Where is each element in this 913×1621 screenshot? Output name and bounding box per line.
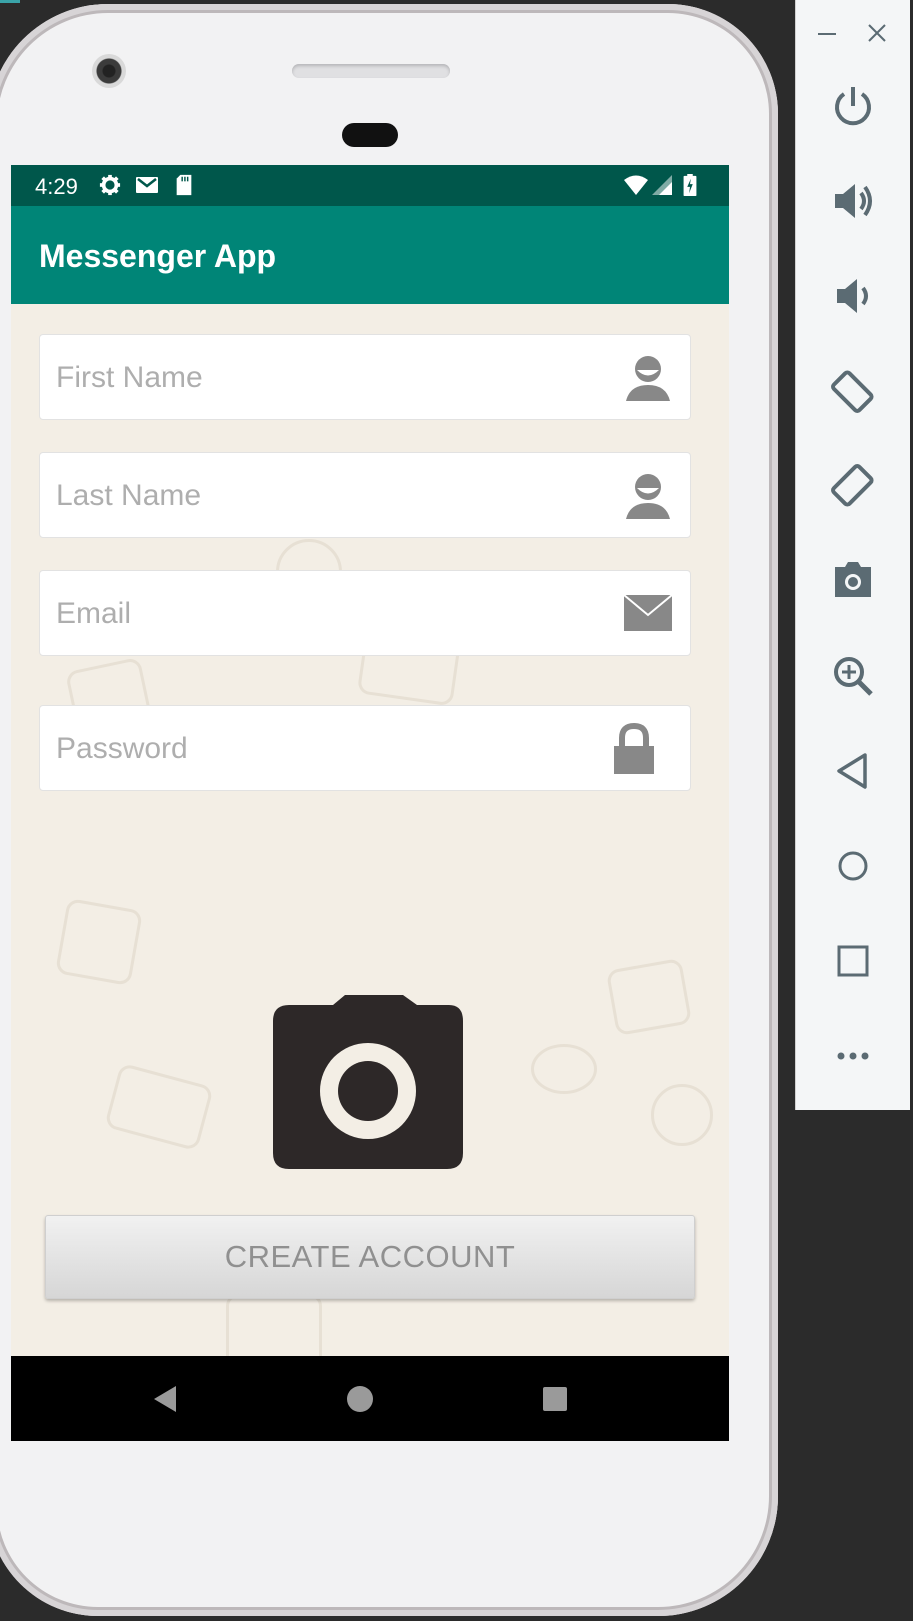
navigation-bar bbox=[11, 1356, 729, 1441]
battery-charging-icon bbox=[683, 174, 697, 196]
signal-icon bbox=[652, 175, 672, 195]
last-name-field[interactable] bbox=[39, 452, 691, 538]
wallpaper-doodle bbox=[605, 957, 693, 1037]
wallpaper-doodle bbox=[531, 1044, 597, 1094]
volume-down-icon[interactable] bbox=[829, 272, 877, 320]
first-name-input[interactable] bbox=[54, 355, 578, 401]
minimize-icon[interactable] bbox=[814, 20, 840, 46]
settings-icon bbox=[99, 174, 121, 196]
window-accent-line bbox=[0, 0, 20, 3]
person-icon bbox=[626, 474, 670, 519]
overview-icon[interactable] bbox=[829, 937, 877, 985]
form-background: CREATE ACCOUNT bbox=[11, 304, 729, 1441]
close-icon[interactable] bbox=[864, 20, 890, 46]
recents-icon[interactable] bbox=[538, 1382, 572, 1416]
password-field[interactable] bbox=[39, 705, 691, 791]
device-screen: 4:29 Messenger App First Name Last Name … bbox=[11, 165, 729, 1441]
more-icon[interactable] bbox=[829, 1032, 877, 1080]
create-account-button[interactable]: CREATE ACCOUNT bbox=[45, 1215, 695, 1299]
status-time: 4:29 bbox=[35, 174, 78, 199]
envelope-icon bbox=[623, 594, 673, 631]
first-name-field[interactable] bbox=[39, 334, 691, 420]
screenshot-icon[interactable] bbox=[829, 557, 877, 605]
wallpaper-doodle bbox=[54, 897, 144, 987]
person-icon bbox=[626, 356, 670, 401]
last-name-input[interactable] bbox=[54, 473, 578, 519]
front-camera bbox=[92, 54, 126, 88]
back-icon[interactable] bbox=[829, 747, 877, 795]
app-bar: Messenger App bbox=[11, 206, 729, 304]
earpiece-speaker bbox=[292, 64, 450, 78]
app-title: Messenger App bbox=[39, 238, 277, 274]
home-icon[interactable] bbox=[343, 1382, 377, 1416]
proximity-sensor bbox=[342, 123, 398, 147]
power-icon[interactable] bbox=[829, 82, 877, 130]
password-input[interactable] bbox=[54, 726, 578, 772]
sd-card-icon bbox=[176, 174, 192, 196]
gmail-icon bbox=[136, 177, 158, 193]
status-bar: 4:29 bbox=[11, 165, 729, 206]
emulator-toolbar bbox=[795, 0, 910, 1110]
phone-frame: 4:29 Messenger App First Name Last Name … bbox=[0, 4, 778, 1616]
wifi-icon bbox=[624, 175, 648, 195]
home-icon[interactable] bbox=[829, 842, 877, 890]
rotate-right-icon[interactable] bbox=[829, 462, 877, 510]
zoom-icon[interactable] bbox=[829, 652, 877, 700]
volume-up-icon[interactable] bbox=[829, 177, 877, 225]
email-field[interactable] bbox=[39, 570, 691, 656]
lock-icon bbox=[614, 722, 654, 774]
rotate-left-icon[interactable] bbox=[829, 367, 877, 415]
wallpaper-doodle bbox=[104, 1062, 214, 1152]
email-input[interactable] bbox=[54, 591, 578, 637]
back-icon[interactable] bbox=[148, 1382, 182, 1416]
wallpaper-doodle bbox=[651, 1084, 713, 1146]
camera-icon[interactable] bbox=[271, 995, 467, 1171]
